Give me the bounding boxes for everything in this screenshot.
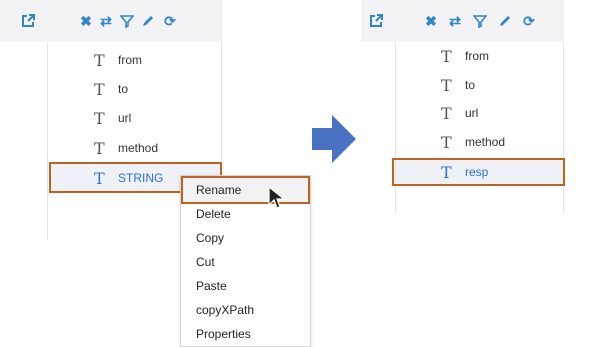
filter-icon[interactable]	[119, 13, 135, 29]
tree-node[interactable]: T to	[441, 71, 475, 99]
text-type-icon: T	[441, 132, 452, 152]
refresh-icon[interactable]: ⟳	[162, 13, 178, 29]
tree-node-label: to	[118, 82, 129, 96]
tree-node-label: method	[465, 135, 506, 149]
menu-item-copyxpath[interactable]: copyXPath	[181, 298, 308, 322]
menu-item-label: Delete	[196, 207, 231, 221]
tree-node[interactable]: T method	[441, 128, 505, 156]
rename-highlight	[181, 176, 310, 204]
text-type-icon: T	[94, 108, 105, 128]
open-external-icon[interactable]	[368, 13, 384, 29]
right-toolbar: ✖ ⇄ ⟳	[361, 0, 564, 42]
tree-node[interactable]: T method	[94, 134, 158, 162]
menu-item-copy[interactable]: Copy	[181, 226, 308, 250]
refresh-icon[interactable]: ⟳	[521, 13, 537, 29]
text-type-icon: T	[94, 50, 105, 70]
tree-node-label: to	[465, 78, 476, 92]
tree-node-label: from	[465, 49, 489, 63]
text-type-icon: T	[441, 103, 452, 123]
menu-item-label: Properties	[196, 327, 251, 341]
tree-node[interactable]: T url	[94, 104, 131, 132]
menu-item-properties[interactable]: Properties	[181, 322, 308, 346]
menu-item-cut[interactable]: Cut	[181, 250, 308, 274]
close-icon[interactable]: ✖	[78, 13, 94, 29]
tree-node[interactable]: T from	[94, 46, 142, 74]
tree-node-label: url	[465, 106, 479, 120]
tree-node[interactable]: T from	[441, 42, 489, 70]
right-tree: T from T to T url T method T resp	[395, 42, 564, 212]
tree-node[interactable]: T url	[441, 99, 478, 127]
mouse-cursor-icon	[268, 186, 286, 209]
menu-item-paste[interactable]: Paste	[181, 274, 308, 298]
tree-node[interactable]: T to	[94, 75, 128, 103]
edit-icon[interactable]	[497, 13, 513, 29]
tree-node-label: from	[118, 53, 142, 67]
tree-node-label: url	[118, 111, 132, 125]
menu-item-label: copyXPath	[196, 303, 255, 317]
shuffle-icon[interactable]: ⇄	[98, 13, 114, 29]
text-type-icon: T	[441, 46, 452, 66]
open-external-icon[interactable]	[20, 13, 36, 29]
menu-item-delete[interactable]: Delete	[181, 202, 308, 226]
menu-item-label: Copy	[196, 231, 225, 245]
transition-arrow-icon	[312, 115, 356, 163]
filter-icon[interactable]	[472, 13, 488, 29]
menu-item-label: Paste	[196, 279, 227, 293]
shuffle-icon[interactable]: ⇄	[447, 13, 463, 29]
tree-node-label: method	[118, 141, 159, 155]
text-type-icon: T	[441, 75, 452, 95]
text-type-icon: T	[94, 79, 105, 99]
edit-icon[interactable]	[140, 13, 156, 29]
menu-item-label: Cut	[196, 255, 215, 269]
close-icon[interactable]: ✖	[423, 13, 439, 29]
text-type-icon: T	[94, 138, 105, 158]
renamed-node-highlight	[392, 158, 565, 186]
left-toolbar: ✖ ⇄ ⟳	[0, 0, 222, 42]
